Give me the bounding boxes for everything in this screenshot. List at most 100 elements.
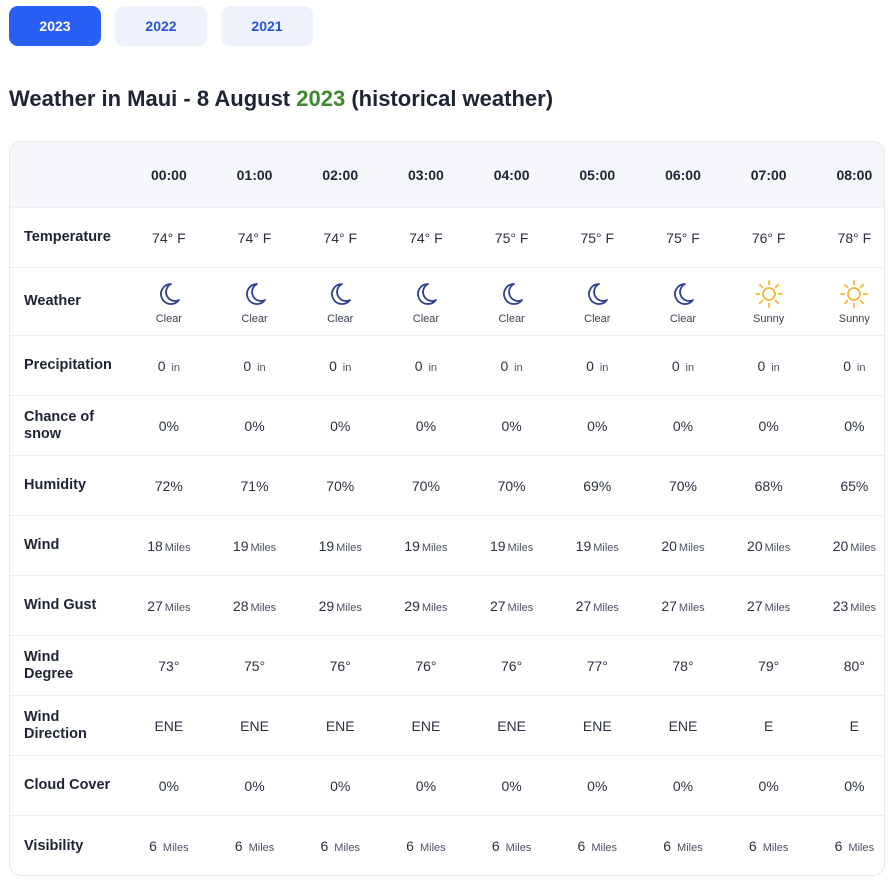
precipitation-cell: 0 in [126,358,212,374]
year-tab-2022[interactable]: 2022 [115,6,207,46]
precipitation-value: 0 [500,357,509,374]
wind-direction-row: Wind Direction ENE ENE ENE ENE ENE ENE EN… [10,696,884,756]
snow-chance-cell: 0% [501,417,522,434]
wind-value: 19 [575,537,592,554]
precipitation-unit: in [771,361,780,374]
precipitation-unit: in [257,361,266,374]
cloud-cover-cell: 0% [330,777,351,794]
visibility-value: 6 [149,838,157,854]
row-label-humidity: Humidity [24,477,87,493]
row-label-line: Chance of [24,408,95,425]
wind-gust-unit: Miles [764,601,791,614]
weather-row: Weather Clear Clear Clear Clear Clear Cl… [10,268,884,336]
visibility-value: 6 [406,838,414,854]
temperature-cell: 74° F [409,229,443,246]
visibility-unit: Miles [248,842,275,854]
wind-cell: 19 Miles [469,538,555,554]
wind-direction-cell: ENE [240,717,269,734]
wind-value: 18 [147,537,163,554]
cloud-cover-cell: 0% [672,777,694,794]
wind-gust-value: 27 [661,597,677,614]
precipitation-cell: 0 in [383,358,469,374]
hour-header: 01:00 [236,166,273,183]
row-label-line: Wind [24,708,60,725]
weather-caption: Clear [584,312,611,325]
row-label-wind: Wind [24,537,60,553]
visibility-unit: Miles [591,842,618,854]
weather-caption: Clear [241,312,268,325]
row-label-cloud-cover: Cloud Cover [24,777,111,793]
visibility-unit: Miles [677,842,703,854]
temperature-cell: 75° F [580,229,615,246]
year-tab-2021[interactable]: 2021 [221,6,313,46]
wind-value: 19 [489,537,506,554]
hour-header: 00:00 [150,166,187,183]
page-title: Weather in Maui - 8 August 2023 (histori… [9,86,553,112]
weather-caption: Clear [669,312,697,325]
visibility-unit: Miles [419,842,446,854]
precipitation-unit: in [342,361,352,374]
wind-gust-cell: 27 Miles [469,598,555,614]
wind-gust-unit: Miles [593,601,619,614]
precipitation-cell: 0 in [812,358,885,374]
visibility-value: 6 [320,838,329,854]
weather-caption: Clear [327,312,354,325]
cloud-cover-cell: 0% [158,777,179,794]
precipitation-unit: in [428,361,438,374]
row-label-weather: Weather [24,293,81,309]
wind-direction-cell: ENE [154,717,184,734]
visibility-unit: Miles [505,842,532,854]
wind-value: 19 [232,537,249,554]
wind-degree-cell: 76° [329,657,351,674]
page-title-suffix: (historical weather) [345,86,554,111]
wind-unit: Miles [593,541,619,554]
wind-gust-value: 29 [318,597,335,614]
year-tabs: 2023 2022 2021 [9,6,313,46]
wind-gust-unit: Miles [678,601,705,614]
wind-gust-value: 23 [832,597,849,614]
year-tab-2023[interactable]: 2023 [9,6,101,46]
temperature-cell: 78° F [837,229,872,246]
wind-cell: 19 Miles [297,538,383,554]
row-label-wind-direction: Wind Direction [10,709,126,743]
humidity-cell: 70% [411,477,440,494]
precipitation-unit: in [599,361,609,374]
hour-header: 07:00 [750,166,787,183]
precipitation-value: 0 [671,357,680,374]
row-label-line: Direction [24,725,87,742]
cloud-cover-cell: 0% [415,777,437,794]
visibility-cell: 6 Miles [812,838,885,854]
humidity-cell: 70% [326,477,355,494]
weather-cell: Clear [640,268,726,336]
wind-direction-cell: ENE [497,717,526,734]
visibility-unit: Miles [334,842,360,854]
visibility-unit: Miles [848,842,875,854]
humidity-cell: 69% [583,477,612,494]
snow-chance-cell: 0% [330,417,351,434]
wind-cell: 19 Miles [212,538,298,554]
precipitation-cell: 0 in [469,358,555,374]
wind-unit: Miles [336,541,362,554]
moon-icon [588,282,609,305]
humidity-cell: 68% [754,477,783,494]
temperature-cell: 74° F [323,229,358,246]
wind-gust-cell: 29 Miles [383,598,469,614]
humidity-cell: 71% [240,477,269,494]
visibility-cell: 6 Miles [726,838,812,854]
wind-gust-unit: Miles [421,601,448,614]
wind-degree-cell: 79° [758,657,780,674]
wind-direction-cell: ENE [325,717,355,734]
wind-unit: Miles [250,541,277,554]
wind-gust-unit: Miles [164,601,191,614]
wind-value: 20 [661,537,677,554]
wind-value: 19 [318,537,335,554]
visibility-value: 6 [663,838,672,854]
temperature-cell: 74° F [237,229,272,246]
cloud-cover-cell: 0% [501,777,522,794]
wind-cell: 20 Miles [726,538,812,554]
sun-icon [754,279,783,308]
wind-cell: 20 Miles [640,538,726,554]
wind-gust-cell: 23 Miles [812,597,885,614]
wind-gust-unit: Miles [250,601,277,614]
visibility-cell: 6 Miles [297,838,383,854]
